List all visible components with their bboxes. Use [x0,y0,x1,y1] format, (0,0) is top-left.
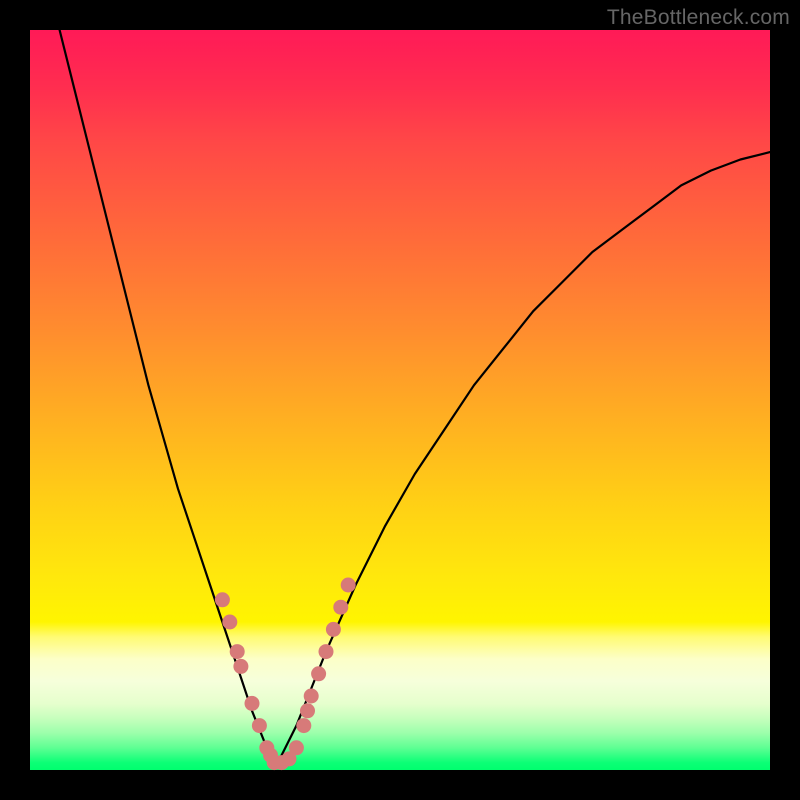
watermark-text: TheBottleneck.com [607,6,790,30]
chart-frame: TheBottleneck.com [0,0,800,800]
highlight-markers [215,578,356,771]
bottleneck-curve [60,30,770,766]
chart-svg [30,30,770,770]
